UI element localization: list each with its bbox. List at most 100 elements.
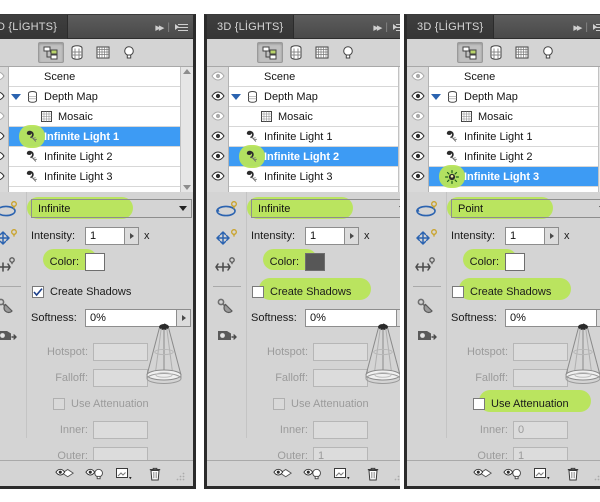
filter-materials-button-3[interactable] xyxy=(509,42,535,63)
filter-scene-button-1[interactable] xyxy=(38,42,64,63)
panel-tab-1[interactable]: D {LİGHTS} xyxy=(0,15,69,39)
visibility-toggle[interactable] xyxy=(0,67,8,87)
light-type-dropdown[interactable]: Point xyxy=(451,199,600,218)
new-light-button[interactable] xyxy=(115,465,135,483)
intensity-stepper[interactable] xyxy=(125,227,139,245)
create-shadows-checkbox[interactable] xyxy=(452,286,464,298)
tree-row[interactable]: Infinite Light 2 xyxy=(229,145,398,168)
resize-grip[interactable] xyxy=(593,469,600,480)
tree-row[interactable]: Infinite Light 2 xyxy=(9,147,180,167)
tree-row[interactable]: Scene xyxy=(9,67,180,87)
visibility-toggle[interactable] xyxy=(407,67,428,87)
pan-light-tool[interactable] xyxy=(212,226,242,250)
scroll-down-arrow-icon-1[interactable] xyxy=(183,185,191,190)
filter-materials-button-2[interactable] xyxy=(309,42,335,63)
toggle-lights-visibility-button[interactable] xyxy=(85,465,105,483)
point-at-origin-tool[interactable] xyxy=(0,295,22,319)
panel-tab-2[interactable]: 3D {LİGHTS} xyxy=(207,15,295,39)
delete-light-button[interactable] xyxy=(563,465,583,483)
visibility-toggle[interactable] xyxy=(0,127,8,147)
intensity-input[interactable]: 1 xyxy=(505,227,545,245)
tree-row[interactable]: Infinite Light 2 xyxy=(429,147,598,167)
tree-row[interactable]: Depth Map xyxy=(429,87,598,107)
visibility-toggle[interactable] xyxy=(407,87,428,107)
filter-scene-button-2[interactable] xyxy=(257,42,283,63)
rotate-light-tool[interactable] xyxy=(412,198,442,222)
move-to-view-tool[interactable] xyxy=(0,323,22,347)
rotate-light-tool[interactable] xyxy=(212,198,242,222)
filter-materials-button-1[interactable] xyxy=(90,42,116,63)
panel-menu-icon-1[interactable] xyxy=(175,22,188,32)
filter-lights-button-3[interactable] xyxy=(535,42,561,63)
intensity-stepper[interactable] xyxy=(545,227,559,245)
visibility-toggle[interactable] xyxy=(207,147,228,167)
light-color-swatch[interactable] xyxy=(305,253,325,271)
toggle-lights-visibility-button[interactable] xyxy=(303,465,323,483)
move-to-view-tool[interactable] xyxy=(412,323,442,347)
tree-row[interactable]: Mosaic xyxy=(229,107,398,127)
slide-light-tool[interactable] xyxy=(412,254,442,278)
point-at-origin-tool[interactable] xyxy=(212,295,242,319)
visibility-toggle[interactable] xyxy=(207,67,228,87)
tree-row[interactable]: Mosaic xyxy=(429,107,598,127)
delete-light-button[interactable] xyxy=(363,465,383,483)
filter-meshes-button-3[interactable] xyxy=(483,42,509,63)
create-shadows-checkbox[interactable] xyxy=(252,286,264,298)
tree-row[interactable]: Infinite Light 1 xyxy=(429,127,598,147)
twirl-down-icon[interactable] xyxy=(9,93,23,101)
visibility-toggle[interactable] xyxy=(407,107,428,127)
scroll-up-arrow-icon-1[interactable] xyxy=(183,69,191,74)
tree-row[interactable]: Scene xyxy=(429,67,598,87)
visibility-toggle[interactable] xyxy=(0,167,8,187)
resize-grip[interactable] xyxy=(175,469,185,480)
slide-light-tool[interactable] xyxy=(0,254,22,278)
collapse-icon-1[interactable]: ▸▸ xyxy=(155,21,164,34)
tree-row[interactable]: Depth Map xyxy=(229,87,398,107)
tree-row[interactable]: Mosaic xyxy=(9,107,180,127)
tree-row[interactable]: Infinite Light 1 xyxy=(229,127,398,147)
visibility-toggle[interactable] xyxy=(407,147,428,167)
light-color-swatch[interactable] xyxy=(85,253,105,271)
tree-row[interactable]: Scene xyxy=(229,67,398,87)
toggle-misc-visibility-button[interactable] xyxy=(55,465,75,483)
pan-light-tool[interactable] xyxy=(0,226,22,250)
visibility-toggle[interactable] xyxy=(0,87,8,107)
panel-tab-3[interactable]: 3D {LİGHTS} xyxy=(407,15,495,39)
tree-row[interactable]: Infinite Light 3 xyxy=(9,167,180,187)
filter-lights-button-2[interactable] xyxy=(335,42,361,63)
slide-light-tool[interactable] xyxy=(212,254,242,278)
new-light-button[interactable] xyxy=(533,465,553,483)
visibility-toggle[interactable] xyxy=(407,127,428,147)
rotate-light-tool[interactable] xyxy=(0,198,22,222)
light-type-dropdown[interactable]: Infinite xyxy=(31,199,192,218)
visibility-toggle[interactable] xyxy=(207,87,228,107)
collapse-icon-3[interactable]: ▸▸ xyxy=(573,21,582,34)
visibility-toggle[interactable] xyxy=(207,167,228,187)
tree-row[interactable]: Depth Map xyxy=(9,87,180,107)
tree-row[interactable]: Infinite Light 1 xyxy=(9,125,180,148)
delete-light-button[interactable] xyxy=(145,465,165,483)
filter-scene-button-3[interactable] xyxy=(457,42,483,63)
point-at-origin-tool[interactable] xyxy=(412,295,442,319)
light-color-swatch[interactable] xyxy=(505,253,525,271)
visibility-toggle[interactable] xyxy=(0,147,8,167)
intensity-input[interactable]: 1 xyxy=(305,227,345,245)
visibility-toggle[interactable] xyxy=(207,107,228,127)
intensity-stepper[interactable] xyxy=(345,227,359,245)
tree-scrollbar-1[interactable] xyxy=(180,67,193,192)
twirl-down-icon[interactable] xyxy=(229,93,243,101)
filter-meshes-button-1[interactable] xyxy=(64,42,90,63)
use-attenuation-checkbox[interactable] xyxy=(473,398,485,410)
toggle-misc-visibility-button[interactable] xyxy=(473,465,493,483)
panel-menu-icon-2[interactable] xyxy=(393,22,400,32)
toggle-misc-visibility-button[interactable] xyxy=(273,465,293,483)
tree-row[interactable]: Infinite Light 3 xyxy=(229,167,398,187)
move-to-view-tool[interactable] xyxy=(212,323,242,347)
resize-grip[interactable] xyxy=(393,469,400,480)
pan-light-tool[interactable] xyxy=(412,226,442,250)
new-light-button[interactable] xyxy=(333,465,353,483)
visibility-toggle[interactable] xyxy=(407,167,428,187)
create-shadows-checkbox[interactable] xyxy=(32,286,44,298)
collapse-icon-2[interactable]: ▸▸ xyxy=(373,21,382,34)
toggle-lights-visibility-button[interactable] xyxy=(503,465,523,483)
